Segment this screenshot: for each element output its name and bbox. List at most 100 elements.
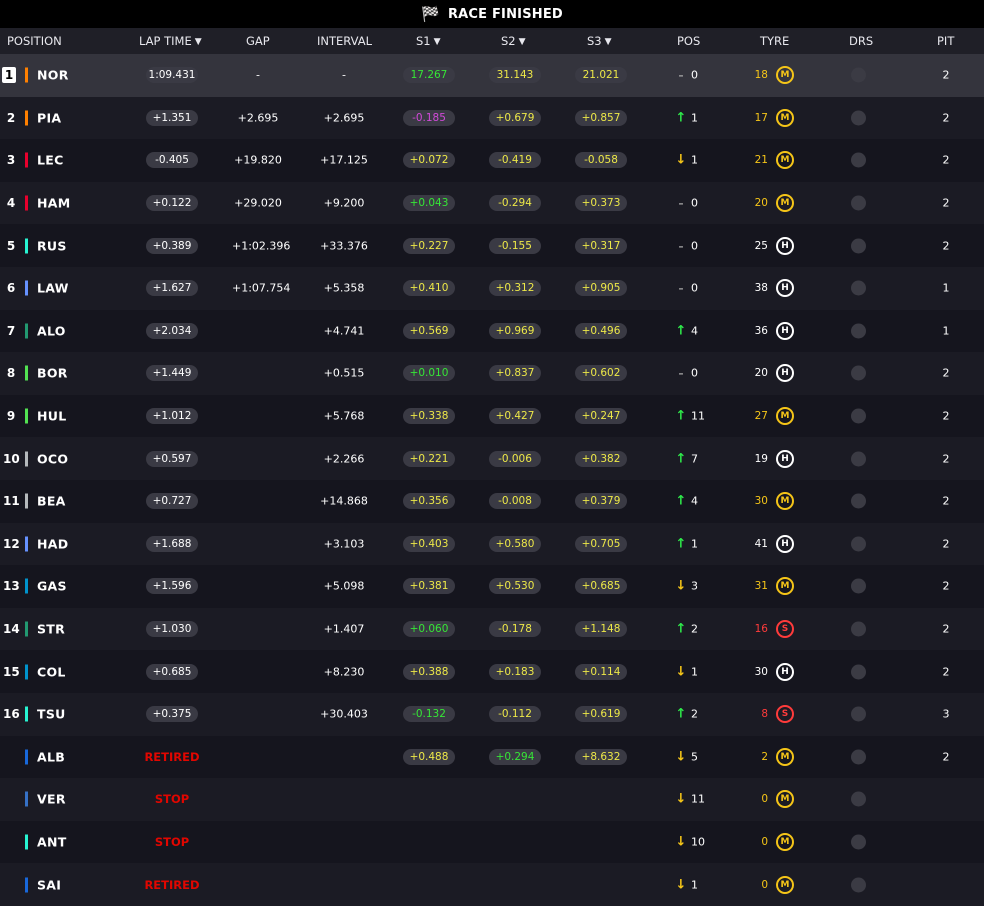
interval-value: +3.103: [323, 537, 365, 551]
arrow-down-icon: ↓: [675, 834, 687, 850]
driver-row-ham[interactable]: 4 HAM +0.122 +29.020 +9.200 +0.043 -0.294 +0.37…: [0, 181, 984, 225]
position-number: 14: [3, 622, 20, 637]
team-color-bar: [25, 280, 28, 296]
drs-indicator: [851, 451, 866, 467]
position-change-value: 2: [691, 707, 698, 721]
driver-code: HAM: [37, 195, 71, 211]
header-position: POSITION: [7, 34, 62, 48]
pit-stops: 2: [942, 452, 950, 466]
gap-value: +19.820: [234, 153, 282, 167]
driver-code: OCO: [37, 451, 69, 467]
driver-row-ver[interactable]: VER STOP ↓ 11 0 M: [0, 778, 984, 821]
team-color-bar: [25, 536, 28, 552]
drs-indicator: [851, 152, 866, 168]
tyre-laps: 0: [761, 878, 768, 891]
sector-s3-time: +0.619: [575, 706, 627, 723]
driver-row-lec[interactable]: 3 LEC -0.405 +19.820 +17.125 +0.072 -0.419 -0.0…: [0, 139, 984, 182]
driver-row-bea[interactable]: 11 BEA +0.727 +14.868 +0.356 -0.008 +0.379 ↑ 4 30…: [0, 479, 984, 523]
tyre-laps: 30: [754, 495, 768, 508]
arrow-up-icon: ↑: [675, 323, 687, 339]
position-change: ↓ 3: [675, 579, 715, 594]
header-lap-time[interactable]: LAP TIME ▼: [139, 28, 202, 54]
sector-s2-time: -0.294: [489, 195, 541, 212]
team-color-bar: [25, 323, 28, 339]
header-s3[interactable]: S3 ▼: [587, 28, 612, 54]
driver-row-had[interactable]: 12 HAD +1.688 +3.103 +0.403 +0.580 +0.705 ↑ 1 41 H…: [0, 522, 984, 566]
tyre-laps: 17: [754, 111, 768, 124]
position-change-value: 2: [691, 622, 698, 636]
driver-row-alo[interactable]: 7 ALO +2.034 +4.741 +0.569 +0.969 +0.496 ↑ 4 36 H 1: [0, 309, 984, 353]
sector-s3-time: +0.317: [575, 237, 627, 254]
arrow-up-icon: ↑: [675, 706, 687, 722]
sector-s3-time: +0.247: [575, 408, 627, 425]
drs-indicator: [851, 365, 866, 381]
lap-time: +1.030: [146, 621, 198, 638]
driver-row-pia[interactable]: 2 PIA +1.351 +2.695 +2.695 -0.185 +0.679 +0.857…: [0, 96, 984, 140]
header-s2-label: S2: [501, 34, 516, 48]
position-change-value: 4: [691, 324, 698, 338]
drs-indicator: [851, 493, 866, 509]
lap-time: +0.685: [146, 663, 198, 680]
position-change: ↑ 7: [675, 451, 715, 466]
driver-code: SAI: [37, 877, 62, 893]
tyre-laps: 8: [761, 708, 768, 721]
header-gap: GAP: [246, 34, 270, 48]
sector-s2-time: -0.419: [489, 152, 541, 169]
driver-row-law[interactable]: 6 LAW +1.627 +1:07.754 +5.358 +0.410 +0.312 +0.…: [0, 266, 984, 310]
driver-row-hul[interactable]: 9 HUL +1.012 +5.768 +0.338 +0.427 +0.247 ↑ 11 27 M…: [0, 394, 984, 438]
driver-code: VER: [37, 791, 66, 807]
drs-indicator: [851, 110, 866, 126]
tyre-compound-icon: H: [776, 279, 794, 298]
driver-row-col[interactable]: 15 COL +0.685 +8.230 +0.388 +0.183 +0.114 ↓ 1 30 H…: [0, 650, 984, 693]
team-color-bar: [25, 152, 28, 168]
driver-code: ANT: [37, 834, 67, 850]
drs-indicator: [851, 834, 866, 850]
team-color-bar: [25, 621, 28, 637]
sector-s3-time: +0.382: [575, 450, 627, 467]
sector-s3-time: +8.632: [575, 748, 627, 765]
lap-time: +1.449: [146, 365, 198, 382]
tyre-compound-icon: M: [776, 875, 794, 894]
header-s1[interactable]: S1 ▼: [416, 28, 441, 54]
chevron-down-icon: ▼: [604, 37, 612, 47]
chevron-down-icon: ▼: [194, 37, 202, 47]
chevron-down-icon: ▼: [433, 37, 441, 47]
sector-s1-time: -0.185: [403, 109, 455, 126]
pit-stops: 2: [942, 68, 950, 82]
pit-stops: 1: [942, 281, 950, 295]
driver-row-gas[interactable]: 13 GAS +1.596 +5.098 +0.381 +0.530 +0.685 ↓ 3 31 M…: [0, 565, 984, 608]
driver-row-alb[interactable]: ALB RETIRED +0.488 +0.294 +8.632 ↓ 5 2 M 2: [0, 735, 984, 779]
driver-row-rus[interactable]: 5 RUS +0.389 +1:02.396 +33.376 +0.227 -0.155 +0…: [0, 224, 984, 267]
header-lap-time-label: LAP TIME: [139, 34, 192, 48]
driver-row-ant[interactable]: ANT STOP ↓ 10 0 M: [0, 820, 984, 864]
tyre-compound-icon: S: [776, 705, 794, 724]
position-number: 8: [6, 366, 16, 381]
position-change: ↑ 11: [675, 409, 715, 424]
position-change: ↓ 1: [675, 153, 715, 168]
driver-row-bor[interactable]: 8 BOR +1.449 +0.515 +0.010 +0.837 +0.602 –0 20 H 2: [0, 352, 984, 395]
position-number: 16: [3, 707, 20, 722]
position-change: ↑ 2: [675, 707, 715, 722]
lap-time: +0.122: [146, 195, 198, 212]
driver-row-sai[interactable]: SAI RETIRED ↓ 1 0 M: [0, 863, 984, 906]
tyre-laps: 20: [754, 367, 768, 380]
driver-row-oco[interactable]: 10 OCO +0.597 +2.266 +0.221 -0.006 +0.382 ↑ 7 19 H…: [0, 437, 984, 480]
tyre-compound-icon: H: [776, 449, 794, 468]
position-number: 1: [2, 67, 16, 84]
position-change: –0: [675, 197, 715, 210]
drs-indicator: [851, 323, 866, 339]
gap-value: +1:02.396: [232, 239, 291, 253]
team-color-bar: [25, 706, 28, 722]
driver-row-nor[interactable]: 1 NOR 1:09.431 - - 17.267 31.143 21.021 –0 18 M 2: [0, 54, 984, 97]
header-s2[interactable]: S2 ▼: [501, 28, 526, 54]
driver-row-tsu[interactable]: 16 TSU +0.375 +30.403 -0.132 -0.112 +0.619 ↑ 2 8 S…: [0, 692, 984, 736]
arrow-up-icon: ↑: [675, 408, 687, 424]
dash-icon: –: [678, 241, 684, 253]
retired-status: STOP: [154, 834, 190, 849]
team-color-bar: [25, 110, 28, 126]
driver-row-str[interactable]: 14 STR +1.030 +1.407 +0.060 -0.178 +1.148 ↑ 2 16 S…: [0, 607, 984, 651]
interval-value: +5.098: [323, 579, 365, 593]
driver-code: STR: [37, 621, 66, 637]
sector-s2-time: 31.143: [489, 67, 541, 84]
header-s1-label: S1: [416, 34, 431, 48]
